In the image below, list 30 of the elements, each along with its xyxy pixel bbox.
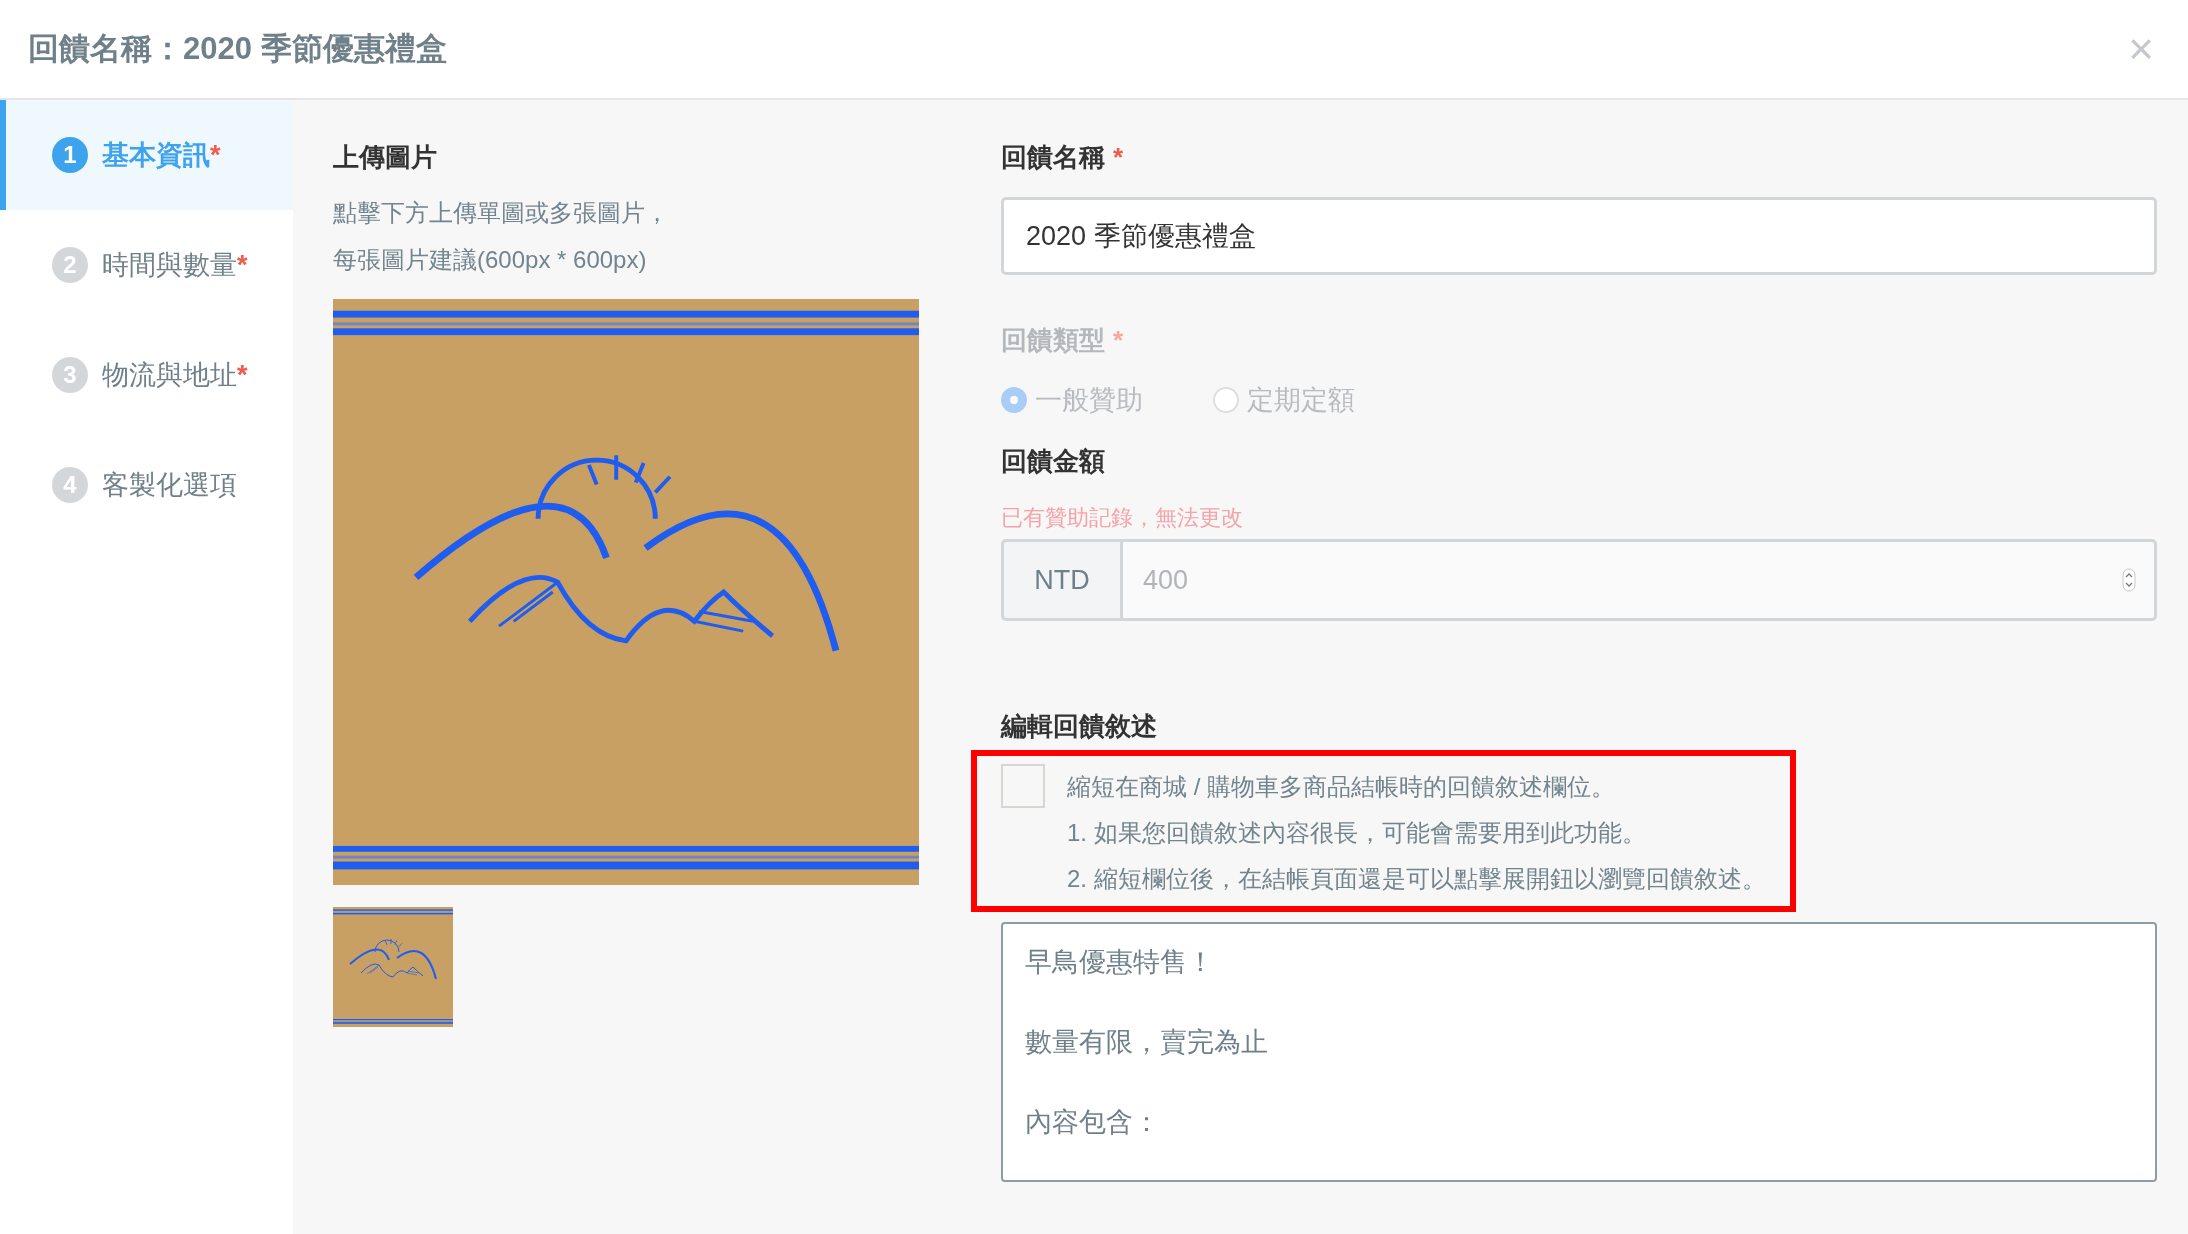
field-label: 編輯回饋敘述 (1001, 710, 1158, 743)
step-label: 物流與地址 (102, 359, 237, 392)
option-text: 縮短在商城 / 購物車多商品結帳時的回饋敘述欄位。 (1067, 772, 1616, 802)
step-tab[interactable]: 1 基本資訊* (0, 100, 293, 210)
field-label: 回饋金額 (1001, 445, 1106, 478)
step-label: 時間與數量 (102, 249, 237, 282)
radio-label: 一般贊助 (1035, 384, 1143, 417)
required-mark: * (237, 249, 248, 281)
required-mark: * (237, 359, 248, 391)
checkbox[interactable] (1001, 764, 1045, 808)
step-number: 1 (52, 137, 88, 173)
step-label: 基本資訊 (102, 139, 210, 172)
radio-label: 定期定額 (1247, 384, 1355, 417)
section-title: 上傳圖片 (333, 141, 438, 174)
name-input[interactable]: 2020 季節優惠禮盒 (1001, 197, 2157, 275)
dialog-title: 回饋名稱：2020 季節優惠禮盒 (28, 30, 447, 68)
field-label: 回饋類型 (1001, 324, 1105, 357)
field-label: 回饋名稱 (1001, 141, 1105, 174)
warning-note: 已有贊助記錄，無法更改 (1001, 504, 1244, 532)
currency-addon: NTD (1001, 539, 1123, 621)
description-textarea[interactable]: 早鳥優惠特售！ 數量有限，賣完為止 內容包含： (1001, 922, 2157, 1182)
required-mark: * (1113, 142, 1124, 173)
required-mark: * (1113, 325, 1124, 356)
step-label: 客製化選項 (102, 469, 237, 502)
option-text: 1. 如果您回饋敘述內容很長，可能會需要用到此功能。 (1067, 818, 1647, 848)
upload-hint: 點擊下方上傳單圖或多張圖片， (333, 198, 670, 228)
upload-hint: 每張圖片建議(600px * 600px) (333, 245, 648, 275)
required-mark: * (210, 139, 221, 171)
spinner-icon[interactable] (2122, 568, 2136, 592)
option-text: 2. 縮短欄位後，在結帳頁面還是可以點擊展開鈕以瀏覽回饋敘述。 (1067, 864, 1766, 894)
